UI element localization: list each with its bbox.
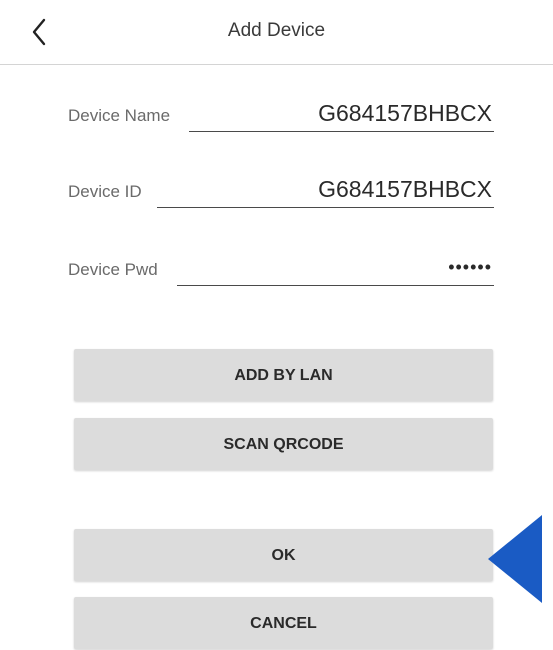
device-pwd-label: Device Pwd [68,260,158,279]
device-id-label: Device ID [68,182,142,201]
page-title: Add Device [227,20,326,41]
scan-qrcode-button[interactable]: SCAN QRCODE [74,418,493,470]
ok-button[interactable]: OK [74,529,493,581]
add-by-lan-button[interactable]: ADD BY LAN [74,349,493,401]
device-name-label: Device Name [68,106,171,125]
device-pwd-input[interactable] [177,252,494,286]
device-id-field: Device ID [68,168,494,208]
device-id-input[interactable] [157,174,494,208]
device-name-input[interactable] [189,98,494,132]
device-pwd-field: Device Pwd [68,246,494,286]
pointer-arrow-icon [488,515,542,603]
device-name-field: Device Name [68,92,494,132]
cancel-button[interactable]: CANCEL [74,597,493,649]
header-bar: Add Device [0,0,553,65]
